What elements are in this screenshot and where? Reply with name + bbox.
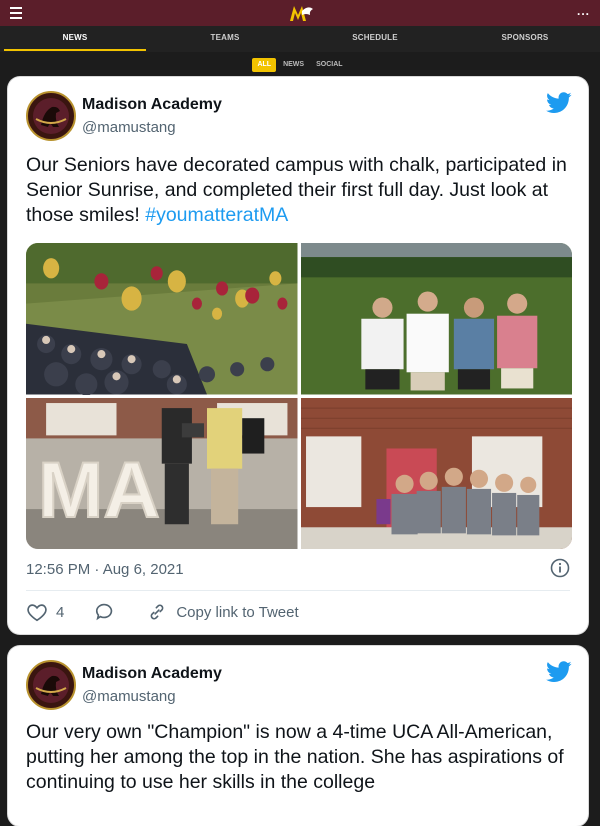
author-avatar[interactable]: [26, 660, 76, 710]
tweet-actions: 4 Copy link to Tweet: [26, 600, 329, 624]
tweet-card[interactable]: Madison Academy @mamustang Our very own …: [8, 646, 588, 826]
photo-balloons-stadium[interactable]: [26, 243, 298, 395]
feed-filters: ALL NEWS SOCIAL: [0, 58, 600, 72]
photo-students-field[interactable]: [300, 243, 572, 395]
tweet-timestamp[interactable]: 12:56 PM · Aug 6, 2021: [26, 561, 184, 578]
tweet-text: Our Seniors have decorated campus with c…: [26, 153, 574, 228]
copy-link-label: Copy link to Tweet: [176, 603, 299, 621]
author-handle[interactable]: @mamustang: [82, 688, 176, 705]
tweet-text: Our very own "Champion" is now a 4-time …: [26, 721, 564, 793]
hashtag-link[interactable]: #youmatteratMA: [145, 204, 288, 226]
info-icon[interactable]: [550, 558, 570, 578]
app-header: ...: [0, 0, 600, 26]
photo-ma-marquee[interactable]: MA: [26, 397, 298, 549]
menu-icon[interactable]: [10, 7, 22, 19]
reply-button[interactable]: [94, 601, 116, 623]
tab-sponsors[interactable]: SPONSORS: [450, 26, 600, 52]
author-name[interactable]: Madison Academy: [82, 96, 222, 114]
filter-news[interactable]: NEWS: [278, 58, 309, 72]
filter-all[interactable]: ALL: [252, 58, 277, 72]
tab-news[interactable]: NEWS: [0, 26, 150, 52]
twitter-bird-icon[interactable]: [546, 92, 572, 114]
twitter-bird-icon[interactable]: [546, 661, 572, 683]
tweet-body: Our Seniors have decorated campus with c…: [26, 154, 567, 226]
author-handle[interactable]: @mamustang: [82, 119, 176, 136]
author-avatar[interactable]: [26, 91, 76, 141]
reply-icon: [96, 603, 113, 621]
tweet-card[interactable]: Madison Academy @mamustang Our Seniors h…: [8, 77, 588, 634]
main-tabs: NEWS TEAMS SCHEDULE SPONSORS: [0, 26, 600, 52]
divider: [26, 590, 570, 591]
tab-schedule[interactable]: SCHEDULE: [300, 26, 450, 52]
heart-icon: [27, 604, 47, 622]
link-icon: [150, 604, 164, 620]
filter-social[interactable]: SOCIAL: [311, 58, 347, 72]
more-icon[interactable]: ...: [577, 4, 590, 18]
copy-link-button[interactable]: Copy link to Tweet: [146, 601, 299, 623]
like-button[interactable]: 4: [26, 601, 64, 623]
like-count: 4: [56, 603, 65, 621]
author-name[interactable]: Madison Academy: [82, 665, 222, 683]
tweet-media-grid: MA: [26, 243, 572, 549]
marquee-letters: MA: [38, 446, 160, 534]
photo-group-brick[interactable]: [300, 397, 572, 549]
tab-teams[interactable]: TEAMS: [150, 26, 300, 52]
school-logo[interactable]: [288, 3, 314, 23]
